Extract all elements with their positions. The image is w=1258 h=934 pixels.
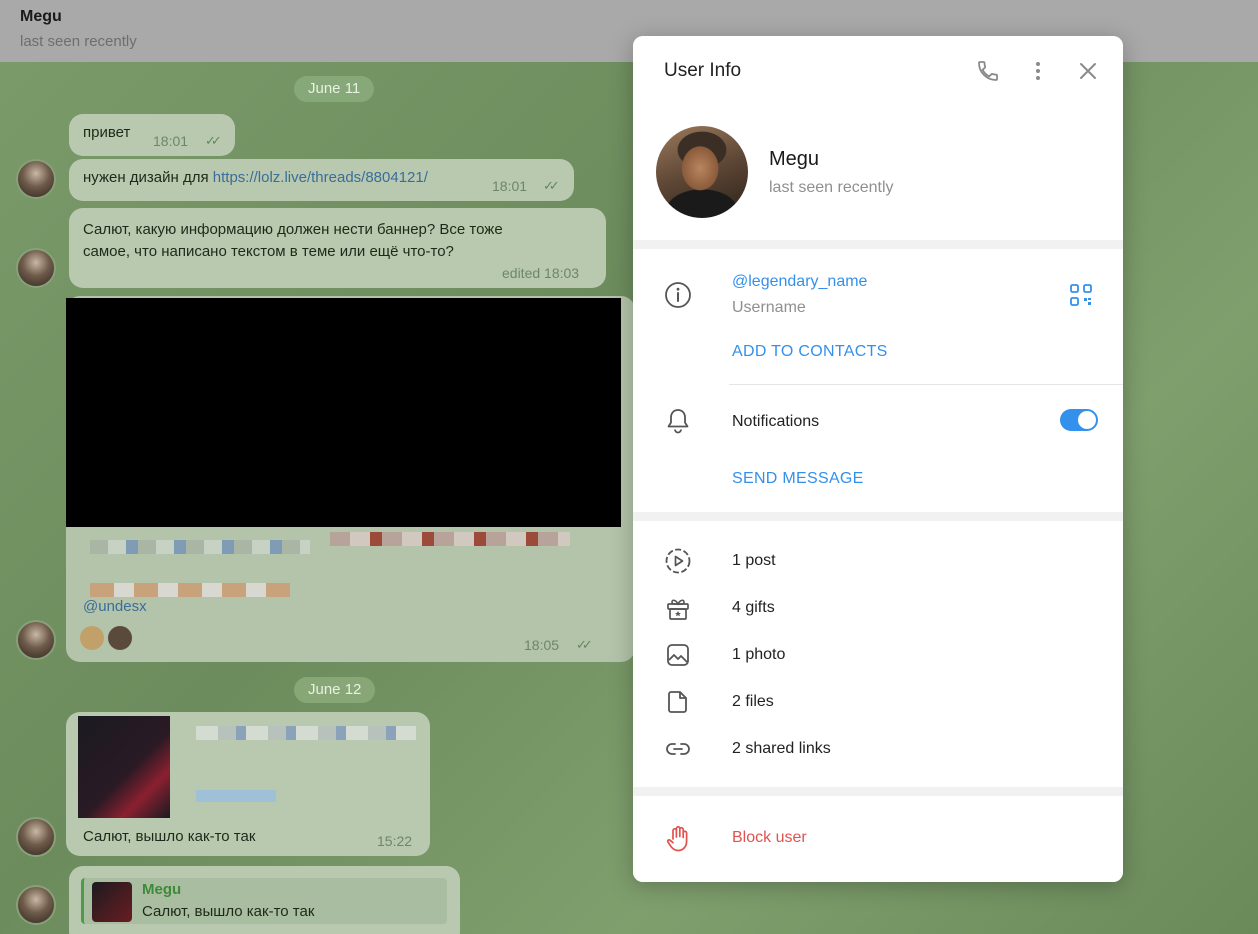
chat-title: Megu xyxy=(20,8,62,25)
message-text-line1: Салют, какую информацию должен нести бан… xyxy=(83,221,503,238)
chat-status: last seen recently xyxy=(20,33,137,50)
reply-author: Megu xyxy=(142,881,182,898)
file-icon xyxy=(663,687,693,717)
username-value[interactable]: @legendary_name xyxy=(732,273,867,291)
username-label: Username xyxy=(732,299,806,316)
send-message-button[interactable]: SEND MESSAGE xyxy=(732,470,864,488)
media-row-photos[interactable]: 1 photo xyxy=(732,646,785,664)
profile-header: User Info Megu last seen recently xyxy=(633,36,1123,240)
message-time: 18:01 xyxy=(492,178,528,194)
pixelated-area xyxy=(330,532,570,546)
reaction-avatar xyxy=(108,626,132,650)
message-link[interactable]: https://lolz.live/threads/8804121/ xyxy=(213,169,428,186)
message-text: нужен дизайн для https://lolz.live/threa… xyxy=(83,169,428,186)
read-ticks-icon: ✓✓ xyxy=(543,178,560,193)
read-ticks-icon: ✓✓ xyxy=(205,133,222,148)
media-row-posts[interactable]: 1 post xyxy=(732,552,776,570)
media-row-gifts[interactable]: 4 gifts xyxy=(732,599,775,617)
avatar[interactable] xyxy=(16,885,56,925)
message-bubble[interactable]: привет 18:01 ✓✓ xyxy=(69,114,235,156)
media-row-files[interactable]: 2 files xyxy=(732,693,774,711)
link-icon xyxy=(663,734,693,764)
message-time: 15:22 xyxy=(377,833,413,849)
preview-image[interactable] xyxy=(78,716,170,818)
profile-name: Megu xyxy=(769,148,820,170)
notifications-label: Notifications xyxy=(732,413,820,430)
qr-code-icon[interactable] xyxy=(1070,284,1094,308)
phone-icon[interactable] xyxy=(975,58,1001,84)
message-time: 18:01 xyxy=(153,133,189,149)
reply-text: Салют, вышло как-то так xyxy=(142,903,315,920)
hand-stop-icon xyxy=(663,824,693,854)
read-ticks-icon: ✓✓ xyxy=(576,637,593,652)
pixelated-area xyxy=(196,726,416,740)
info-section: @legendary_name Username ADD TO CONTACTS… xyxy=(633,249,1123,512)
pixelated-area xyxy=(90,583,290,597)
avatar[interactable] xyxy=(16,248,56,288)
message-text: Салют, вышло как-то так xyxy=(83,828,256,845)
reply-quote[interactable]: Megu Салют, вышло как-то так xyxy=(81,878,447,924)
bell-icon xyxy=(663,406,693,436)
message-text: привет xyxy=(83,124,131,141)
message-time: edited 18:03 xyxy=(502,265,580,281)
pixelated-area xyxy=(196,790,276,802)
panel-title: User Info xyxy=(664,60,742,81)
info-icon xyxy=(663,280,693,310)
media-row-links[interactable]: 2 shared links xyxy=(732,740,831,758)
avatar[interactable] xyxy=(16,620,56,660)
more-vertical-icon[interactable] xyxy=(1025,58,1051,84)
profile-status: last seen recently xyxy=(769,179,894,196)
profile-avatar[interactable] xyxy=(656,126,748,218)
add-to-contacts-button[interactable]: ADD TO CONTACTS xyxy=(732,343,888,361)
message-bubble[interactable]: Megu Салют, вышло как-то так xyxy=(69,866,460,934)
shared-media-section: 1 post 4 gifts 1 photo 2 files 2 shared … xyxy=(633,521,1123,787)
close-icon[interactable] xyxy=(1075,58,1101,84)
photo-icon xyxy=(663,640,693,670)
gift-icon xyxy=(663,593,693,623)
message-bubble[interactable]: Салют, какую информацию должен нести бан… xyxy=(69,208,606,288)
block-section: Block user xyxy=(633,796,1123,882)
reply-thumbnail xyxy=(92,882,132,922)
divider xyxy=(729,384,1123,385)
message-mention[interactable]: @undesx xyxy=(83,598,147,615)
pixelated-area xyxy=(90,540,310,554)
message-text-line2: самое, что написано текстом в теме или е… xyxy=(83,243,454,260)
avatar[interactable] xyxy=(16,159,56,199)
block-user-button[interactable]: Block user xyxy=(732,829,807,847)
notifications-toggle[interactable] xyxy=(1060,409,1098,431)
date-separator: June 11 xyxy=(294,76,375,102)
message-bubble[interactable]: нужен дизайн для https://lolz.live/threa… xyxy=(69,159,574,201)
stories-icon xyxy=(663,546,693,576)
date-separator: June 12 xyxy=(294,677,376,703)
message-time: 18:05 xyxy=(524,637,560,653)
reaction-emoji-icon[interactable] xyxy=(80,626,104,650)
message-bubble[interactable]: Салют, вышло как-то так 15:22 xyxy=(66,712,430,856)
avatar[interactable] xyxy=(16,817,56,857)
user-info-panel: User Info Megu last seen recently @legen… xyxy=(633,36,1123,882)
media-image[interactable] xyxy=(66,298,621,527)
